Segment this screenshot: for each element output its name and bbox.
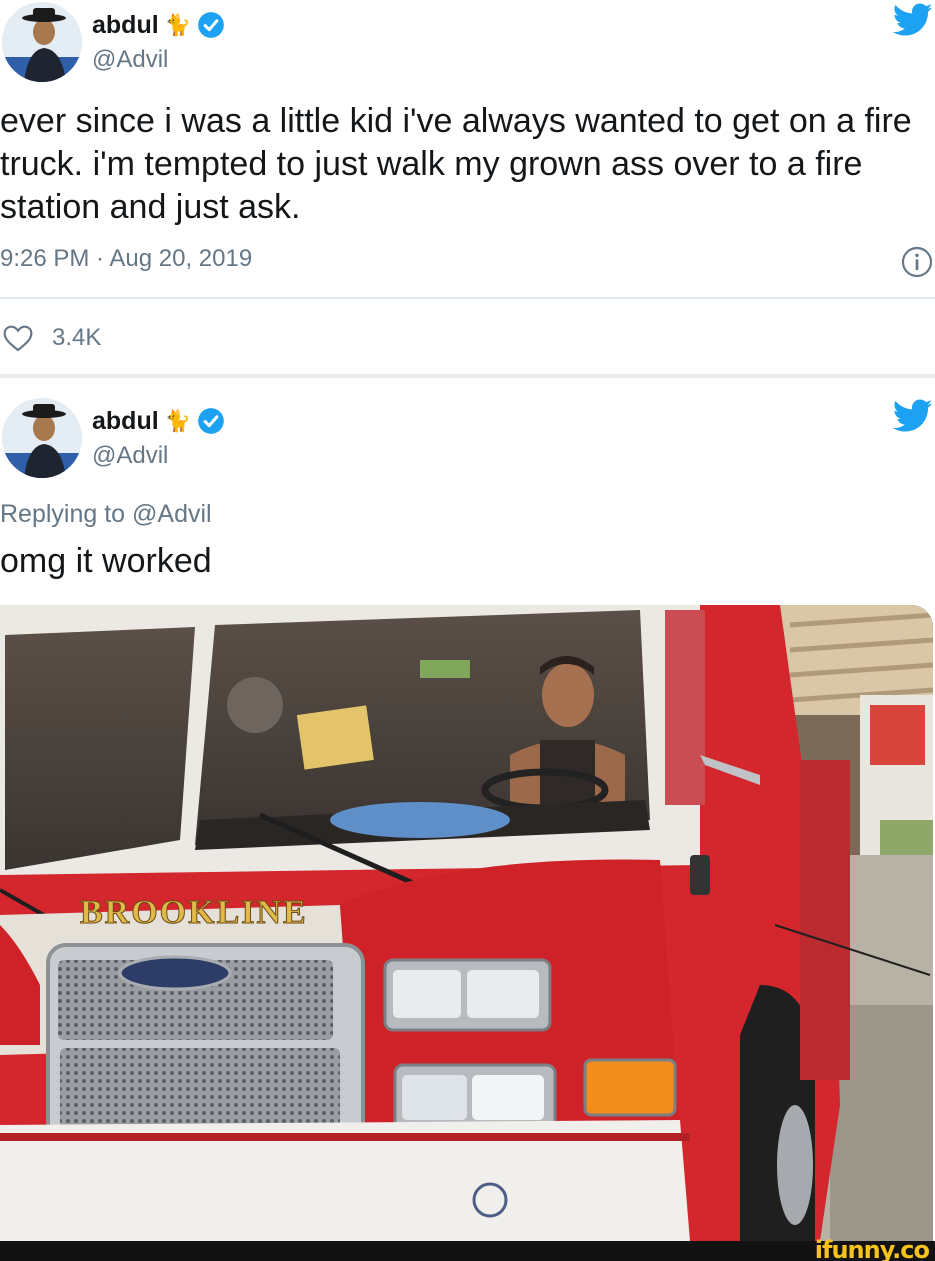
avatar-image (2, 2, 82, 82)
heart-icon[interactable] (2, 323, 34, 353)
replying-to[interactable]: Replying to @Advil (0, 500, 212, 529)
fire-truck-photo: BROOKLINE (0, 605, 933, 1241)
attached-photo[interactable]: BROOKLINE (0, 605, 933, 1241)
info-icon[interactable] (901, 246, 933, 278)
tweet-text: ever since i was a little kid i've alway… (0, 102, 912, 226)
author-handle[interactable]: @Advil (92, 46, 168, 74)
author-display-name[interactable]: abdul (92, 11, 159, 40)
reply-author-display-name[interactable]: abdul (92, 407, 159, 436)
verified-badge-icon (197, 408, 224, 434)
tweet-header: abdul 🐈 @Advil (0, 0, 935, 86)
reply-author-handle[interactable]: @Advil (92, 442, 168, 470)
ifunny-watermark: ifunny.co (814, 1236, 930, 1261)
reply-user-avatar[interactable] (2, 398, 82, 478)
reply-header: abdul 🐈 @Advil (0, 396, 935, 482)
verified-badge-icon (197, 12, 224, 38)
divider (0, 297, 935, 299)
reply-author-name-row: abdul 🐈 (92, 404, 225, 438)
reply-text: omg it worked (0, 542, 212, 580)
cat-emoji: 🐈 (164, 408, 191, 433)
cat-emoji: 🐈 (164, 12, 191, 37)
author-name-row: abdul 🐈 (92, 8, 225, 42)
avatar-image (2, 398, 82, 478)
twitter-bird-icon[interactable] (893, 2, 933, 38)
footer-bar (0, 1241, 935, 1261)
user-avatar[interactable] (2, 2, 82, 82)
twitter-bird-icon[interactable] (893, 398, 933, 434)
like-count: 3.4K (52, 324, 102, 351)
truck-lettering: BROOKLINE (80, 894, 308, 931)
tweet-timestamp[interactable]: 9:26 PM · Aug 20, 2019 (0, 245, 252, 273)
tweet-separator (0, 374, 935, 378)
like-row: 3.4K (2, 320, 101, 356)
